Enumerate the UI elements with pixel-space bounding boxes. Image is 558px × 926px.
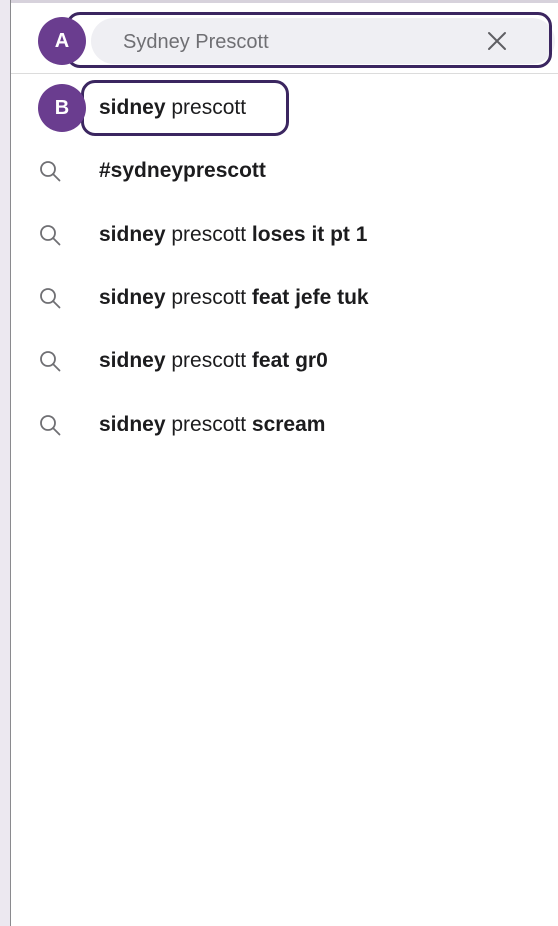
search-icon xyxy=(40,288,61,309)
callout-highlight-b xyxy=(81,80,289,136)
callout-badge-b: B xyxy=(38,84,86,132)
suggestion-item[interactable]: sidney prescott feat gr0 xyxy=(11,333,558,389)
suggestion-item[interactable]: sidney prescott feat jefe tuk xyxy=(11,270,558,326)
suggestion-text: #sydneyprescott xyxy=(99,159,266,182)
search-icon xyxy=(40,225,61,246)
callout-badge-a: A xyxy=(38,17,86,65)
suggestion-text: sidney prescott feat jefe tuk xyxy=(99,286,369,309)
suggestion-text: sidney prescott scream xyxy=(99,413,326,436)
suggestion-text: sidney prescott loses it pt 1 xyxy=(99,223,368,246)
suggestion-item[interactable]: sidney prescott loses it pt 1 xyxy=(11,207,558,263)
suggestion-text: sidney prescott feat gr0 xyxy=(99,349,328,372)
suggestion-item[interactable]: #sydneyprescott xyxy=(11,143,558,199)
header-divider xyxy=(11,73,558,74)
callout-highlight-a xyxy=(66,12,552,68)
search-icon xyxy=(40,351,61,372)
top-border xyxy=(11,0,558,3)
search-icon xyxy=(40,161,61,182)
search-icon xyxy=(40,415,61,436)
search-panel: sidney prescott #sydneyprescott sidney p… xyxy=(10,0,558,926)
suggestion-item[interactable]: sidney prescott scream xyxy=(11,397,558,453)
